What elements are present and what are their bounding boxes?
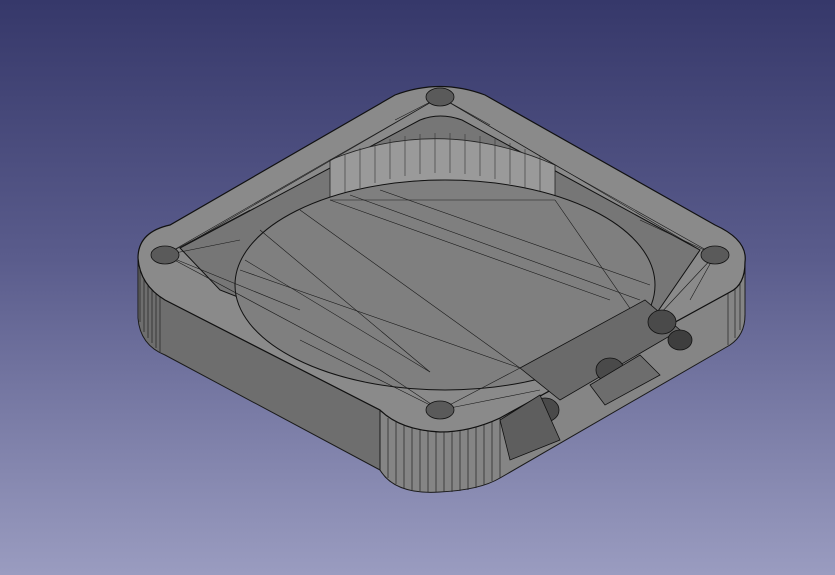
right-corner-hole [700,245,730,265]
left-corner-hole [150,245,180,265]
mesh-model[interactable] [0,0,835,575]
3d-viewport[interactable] [0,0,835,575]
back-corner-hole [425,87,455,107]
front-corner-hole [425,400,455,420]
